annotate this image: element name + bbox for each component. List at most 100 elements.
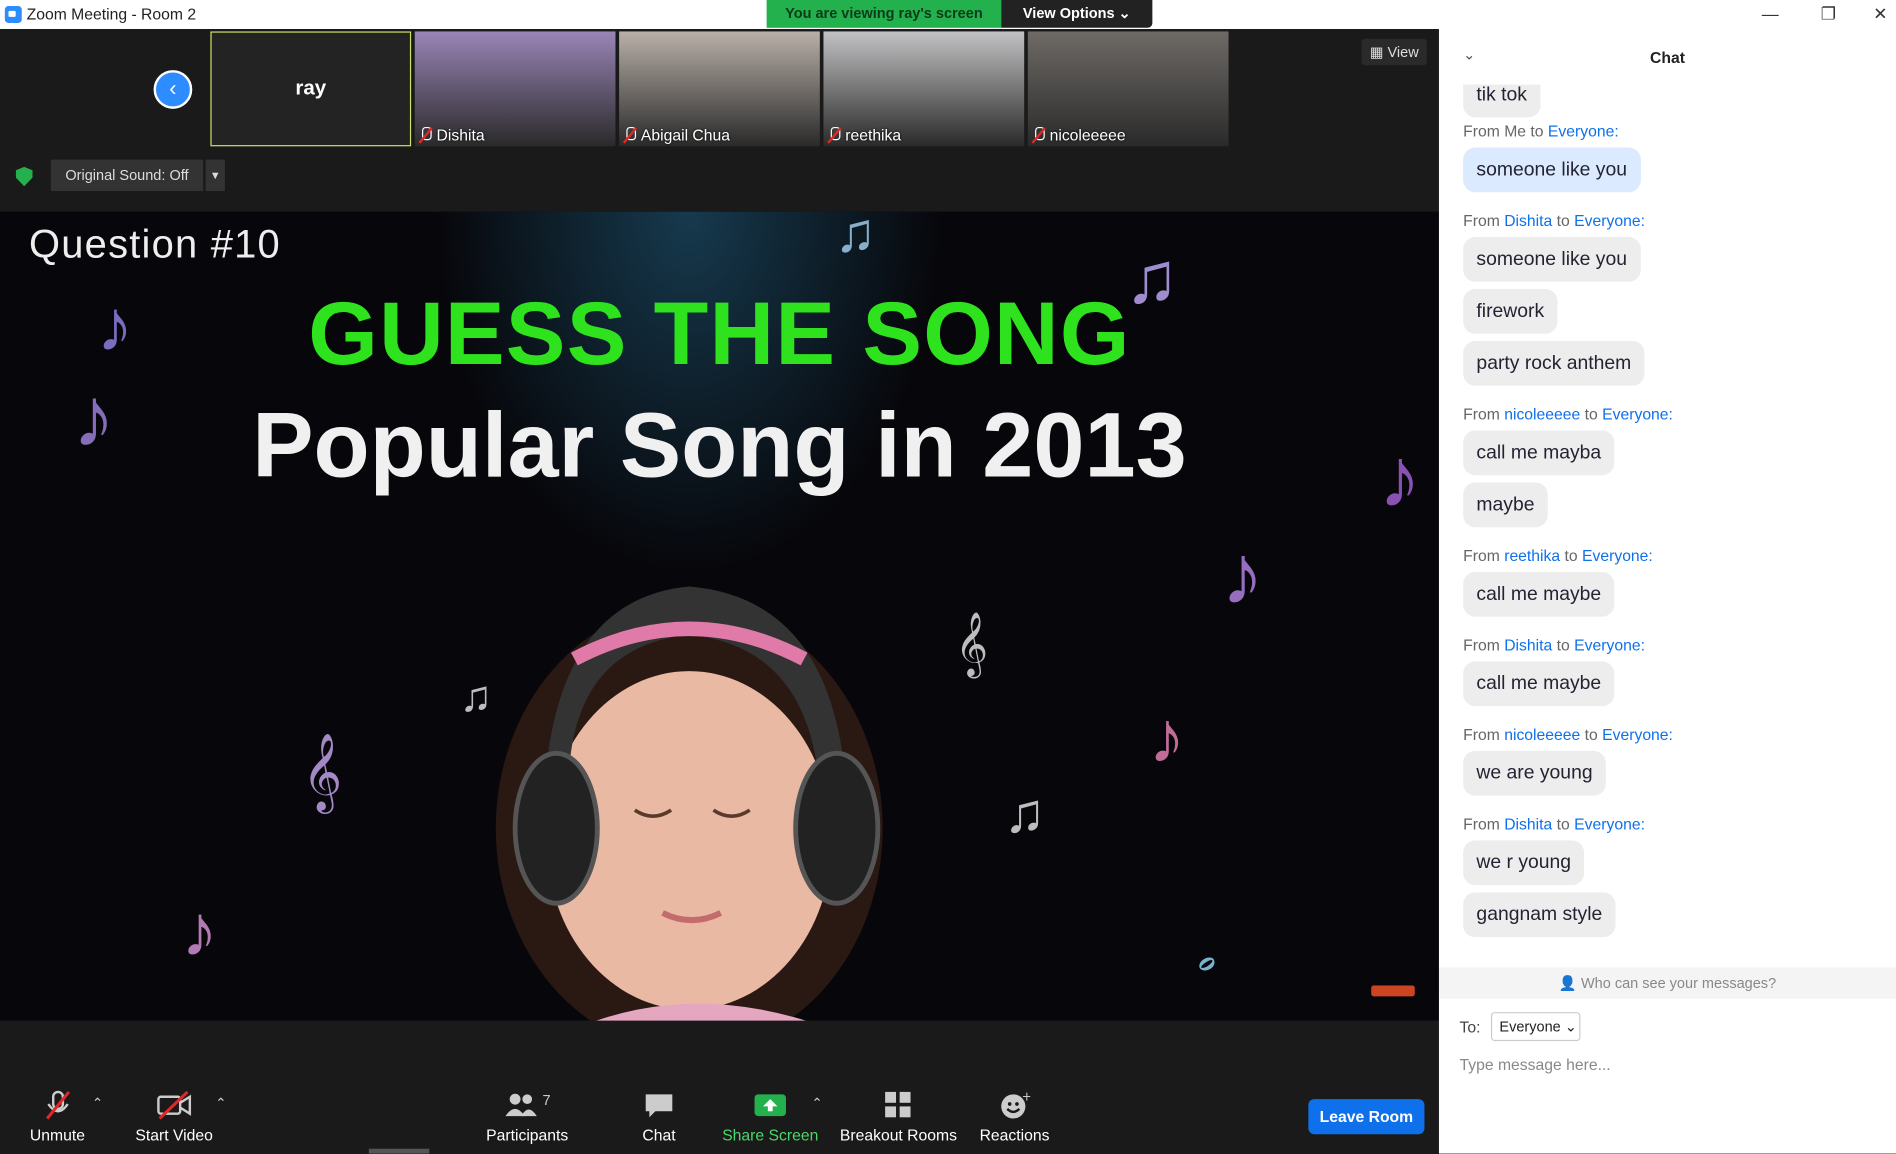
headline: GUESS THE SONG xyxy=(308,282,1131,384)
view-label: View xyxy=(1387,43,1419,61)
video-tile-participant[interactable]: Abigail Chua xyxy=(619,31,820,147)
mic-muted-icon xyxy=(828,126,841,143)
viewing-screen-banner: You are viewing ray's screen xyxy=(766,0,1002,28)
to-word: to xyxy=(1584,725,1598,744)
svg-text:+: + xyxy=(1022,1091,1030,1104)
music-note-decoration: ♫ xyxy=(1003,781,1046,845)
chat-header: ⌄ Chat xyxy=(1438,29,1896,85)
reactions-icon: + xyxy=(977,1088,1052,1122)
message-input[interactable] xyxy=(1459,1050,1871,1078)
restore-button[interactable]: ❐ xyxy=(1810,2,1846,26)
question-number: Question #10 xyxy=(29,221,281,267)
to-word: to xyxy=(1564,546,1578,565)
unmute-button[interactable]: Unmute xyxy=(24,1088,91,1144)
participants-icon-wrap: 7 xyxy=(481,1088,573,1122)
window-title: Zoom Meeting - Room 2 xyxy=(26,4,197,23)
chat-sender-line: From Me to Everyone: xyxy=(1463,122,1619,141)
mic-muted-icon xyxy=(624,126,637,143)
to-label: To: xyxy=(1459,1018,1481,1037)
audio-options-caret[interactable]: ⌃ xyxy=(92,1096,103,1112)
who-can-see-link[interactable]: 👤 Who can see your messages? xyxy=(1438,967,1896,999)
security-shield-icon xyxy=(15,166,33,187)
from-word: From xyxy=(1463,122,1500,141)
chat-title: Chat xyxy=(1650,48,1685,67)
to-word: to xyxy=(1530,122,1544,141)
recipient-name: Everyone xyxy=(1574,815,1641,834)
participant-name: Dishita xyxy=(436,125,485,144)
chat-message-bubble: we r young xyxy=(1463,840,1585,886)
zoom-app-icon xyxy=(4,6,22,23)
participant-label: nicoleeeee xyxy=(1033,126,1126,144)
music-note-decoration: 𝄞 xyxy=(302,732,343,809)
meeting-toolbar: Unmute ⌃ Start Video ⌃ 7 Participants Ch… xyxy=(0,1052,1439,1154)
video-options-caret[interactable]: ⌃ xyxy=(215,1096,226,1112)
breakout-rooms-button[interactable]: Breakout Rooms xyxy=(839,1088,958,1144)
sender-name[interactable]: Me xyxy=(1504,122,1526,140)
video-off-icon xyxy=(131,1088,218,1122)
participants-label: Participants xyxy=(486,1125,569,1144)
music-note-decoration: ♪ xyxy=(1221,527,1264,622)
who-can-see-label: Who can see your messages? xyxy=(1580,974,1777,992)
chat-sender-line: From reethika to Everyone: xyxy=(1463,546,1653,565)
participant-name: reethika xyxy=(845,125,902,144)
mic-muted-icon xyxy=(1033,126,1045,143)
from-word: From xyxy=(1463,725,1500,744)
chat-label: Chat xyxy=(642,1125,676,1144)
participant-label: Dishita xyxy=(420,126,485,144)
chat-message-bubble: call me mayba xyxy=(1463,430,1615,476)
sender-name[interactable]: nicoleeeee xyxy=(1504,405,1580,423)
music-note-decoration: ♪ xyxy=(1148,696,1186,778)
leave-room-button[interactable]: Leave Room xyxy=(1308,1099,1425,1135)
video-tile-participant[interactable]: Dishita xyxy=(414,31,616,147)
share-screen-icon xyxy=(722,1088,819,1122)
sender-name[interactable]: Dishita xyxy=(1504,815,1552,833)
unmute-label: Unmute xyxy=(29,1125,85,1144)
close-button[interactable]: ✕ xyxy=(1862,2,1896,26)
sender-name[interactable]: reethika xyxy=(1504,547,1560,565)
recipient-select[interactable]: Everyone ⌄ xyxy=(1490,1012,1581,1042)
chevron-down-icon: ⌄ xyxy=(1564,1018,1577,1036)
breakout-rooms-label: Breakout Rooms xyxy=(839,1125,957,1144)
meeting-area: ‹ ray Dishita Abigail Chua reethika nicolee… xyxy=(0,29,1439,1154)
self-name: ray xyxy=(295,76,327,100)
view-options-button[interactable]: View Options ⌄ xyxy=(1001,0,1153,28)
recording-indicator xyxy=(1371,985,1415,997)
from-word: From xyxy=(1463,636,1500,655)
chat-message-bubble: we are young xyxy=(1463,750,1606,796)
chat-button[interactable]: Chat xyxy=(635,1088,683,1144)
participant-name: nicoleeeee xyxy=(1049,125,1126,144)
chevron-left-icon: ‹ xyxy=(169,76,177,101)
video-tile-participant[interactable]: reethika xyxy=(823,31,1025,147)
from-word: From xyxy=(1463,815,1500,834)
sender-name[interactable]: Dishita xyxy=(1504,212,1552,230)
minimize-button[interactable]: — xyxy=(1752,2,1788,26)
original-sound-dropdown[interactable]: ▼ xyxy=(205,159,225,192)
to-word: to xyxy=(1556,211,1570,230)
recipient-name: Everyone xyxy=(1602,725,1669,744)
girl-with-headphones-image xyxy=(495,586,883,1021)
gallery-back-button[interactable]: ‹ xyxy=(153,70,193,109)
chat-icon xyxy=(635,1088,683,1122)
video-tile-self[interactable]: ray xyxy=(210,31,412,147)
share-screen-label: Share Screen xyxy=(722,1125,819,1144)
chat-message-bubble: gangnam style xyxy=(1463,892,1616,938)
reactions-button[interactable]: + Reactions xyxy=(977,1088,1052,1144)
share-options-caret[interactable]: ⌃ xyxy=(811,1096,822,1112)
participants-button[interactable]: 7 Participants xyxy=(481,1088,573,1144)
sender-name[interactable]: Dishita xyxy=(1504,636,1552,654)
chat-sender-line: From nicoleeeee to Everyone: xyxy=(1463,725,1673,744)
music-note-decoration: ♫ xyxy=(834,211,877,264)
chat-panel: tik tok From Me to Everyone: someone like … xyxy=(1438,29,1896,1154)
start-video-button[interactable]: Start Video xyxy=(131,1088,218,1144)
chat-sender-line: From Dishita to Everyone: xyxy=(1463,815,1645,834)
sender-name[interactable]: nicoleeeee xyxy=(1504,726,1580,744)
video-tile-participant[interactable]: nicoleeeee xyxy=(1027,31,1229,147)
share-screen-button[interactable]: Share Screen xyxy=(722,1088,819,1144)
view-button[interactable]: ▦ View xyxy=(1361,38,1427,66)
to-word: to xyxy=(1556,636,1570,655)
scroll-indicator xyxy=(368,1148,430,1154)
chat-messages[interactable]: tik tok From Me to Everyone: someone like … xyxy=(1439,29,1896,967)
from-word: From xyxy=(1463,546,1500,565)
recipient-name: Everyone xyxy=(1574,636,1641,655)
original-sound-button[interactable]: Original Sound: Off xyxy=(50,159,204,192)
